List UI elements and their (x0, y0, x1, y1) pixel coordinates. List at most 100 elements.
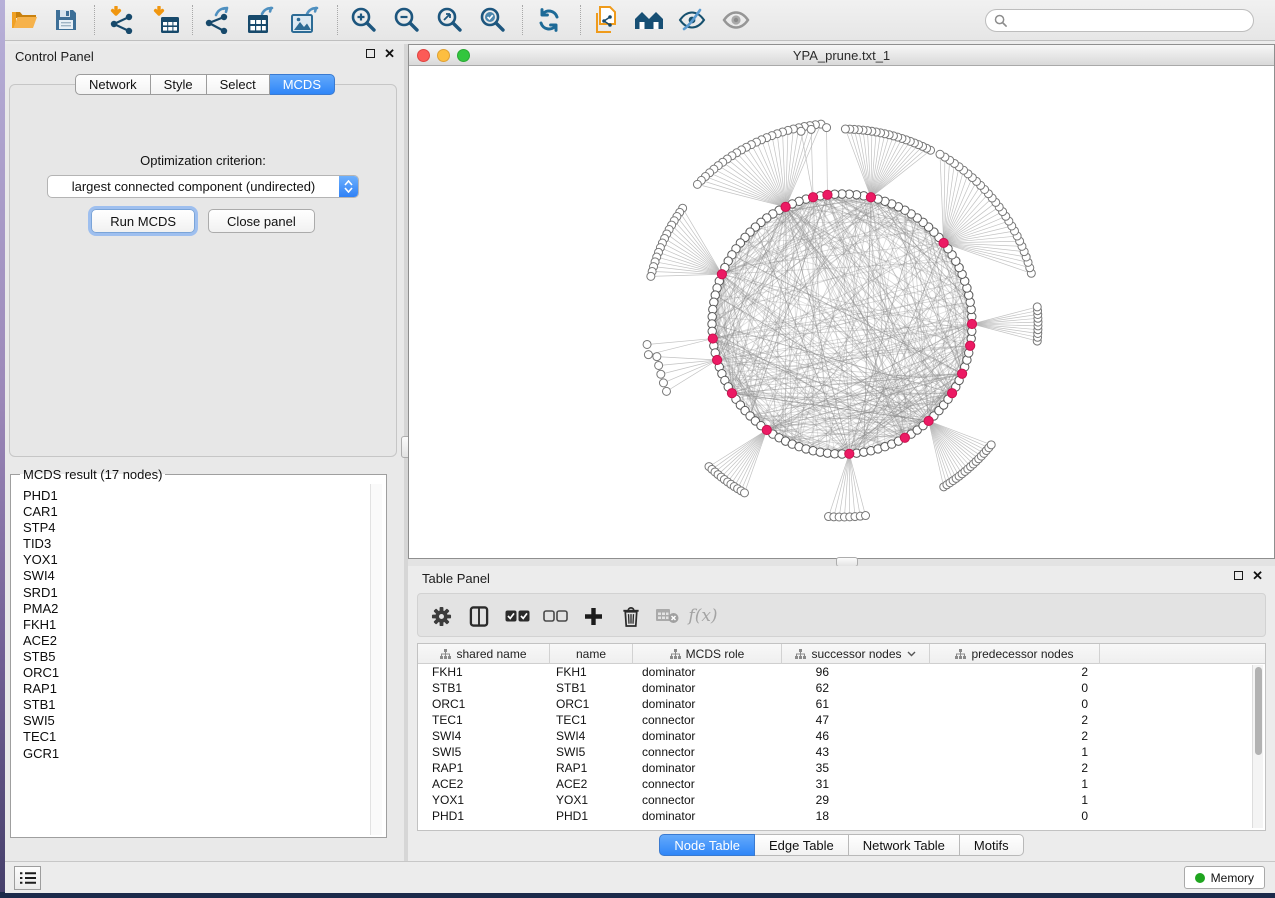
column-header-shared-name[interactable]: shared name (418, 644, 550, 664)
mcds-node-item[interactable]: FKH1 (23, 617, 59, 633)
tab-network[interactable]: Network (75, 74, 151, 95)
search-input[interactable] (1012, 14, 1245, 28)
table-panel-title: Table Panel (422, 571, 490, 586)
table-row[interactable]: SWI5SWI5connector431 (418, 744, 1265, 760)
hide-selected-button[interactable] (674, 3, 710, 37)
column-settings-button[interactable] (428, 604, 454, 628)
tab-motifs[interactable]: Motifs (960, 834, 1024, 856)
mcds-node-item[interactable]: SWI4 (23, 568, 59, 584)
cell-predecessor-nodes: 1 (930, 777, 1100, 791)
mcds-node-item[interactable]: STP4 (23, 520, 59, 536)
zoom-in-button[interactable] (346, 3, 382, 37)
select-all-columns-button[interactable] (504, 604, 530, 628)
export-network-button[interactable] (200, 3, 236, 37)
table-row[interactable]: YOX1YOX1connector291 (418, 792, 1265, 808)
mcds-node-item[interactable]: STB1 (23, 697, 59, 713)
table-row[interactable]: PHD1PHD1dominator180 (418, 808, 1265, 824)
cell-shared-name: PHD1 (418, 809, 550, 823)
table-row[interactable]: FKH1FKH1dominator962 (418, 664, 1265, 680)
table-panel-header: Table Panel ✕ (408, 566, 1275, 590)
add-column-button[interactable] (580, 604, 606, 628)
cell-successor-nodes: 31 (782, 777, 930, 791)
table-scrollbar[interactable] (1252, 665, 1263, 828)
criterion-dropdown[interactable]: largest connected component (undirected) (47, 175, 359, 198)
delete-column-button[interactable] (618, 604, 644, 628)
tab-network-table[interactable]: Network Table (849, 834, 960, 856)
table-row[interactable]: ACE2ACE2connector311 (418, 776, 1265, 792)
export-table-button[interactable] (244, 3, 280, 37)
import-table-button[interactable] (148, 3, 184, 37)
panel-list-button[interactable] (14, 866, 41, 890)
mcds-node-item[interactable]: YOX1 (23, 552, 59, 568)
control-panel-title: Control Panel (15, 49, 94, 64)
table-row[interactable]: SWI4SWI4dominator462 (418, 728, 1265, 744)
network-window: YPA_prune.txt_1 (408, 44, 1275, 559)
tab-select[interactable]: Select (207, 74, 270, 95)
close-panel-icon[interactable]: ✕ (1252, 571, 1263, 580)
tab-node-table[interactable]: Node Table (659, 834, 755, 856)
search-field (985, 9, 1254, 32)
mcds-node-item[interactable]: GCR1 (23, 746, 59, 762)
import-network-button[interactable] (104, 3, 140, 37)
memory-button[interactable]: Memory (1184, 866, 1265, 889)
horizontal-splitter[interactable] (408, 559, 1275, 566)
mcds-node-item[interactable]: PMA2 (23, 601, 59, 617)
tab-edge-table[interactable]: Edge Table (755, 834, 849, 856)
mcds-node-item[interactable]: PHD1 (23, 488, 59, 504)
open-session-button[interactable] (6, 3, 42, 37)
cell-successor-nodes: 29 (782, 793, 930, 807)
table-row[interactable]: STB1STB1dominator620 (418, 680, 1265, 696)
delete-table-button[interactable] (654, 604, 680, 628)
run-mcds-button[interactable]: Run MCDS (91, 209, 195, 233)
cell-shared-name: ACE2 (418, 777, 550, 791)
float-panel-icon[interactable] (366, 49, 375, 58)
network-canvas[interactable] (409, 66, 1274, 558)
column-header-name[interactable]: name (550, 644, 633, 664)
first-neighbors-button[interactable] (631, 3, 667, 37)
zoom-selected-button[interactable] (475, 3, 511, 37)
mcds-node-item[interactable]: SRD1 (23, 585, 59, 601)
cell-MCDS-role: dominator (633, 697, 782, 711)
column-header-successor-nodes[interactable]: successor nodes (782, 644, 930, 664)
save-session-button[interactable] (48, 3, 84, 37)
close-panel-icon[interactable]: ✕ (384, 49, 395, 58)
search-icon (994, 14, 1007, 27)
table-row[interactable]: TEC1TEC1connector472 (418, 712, 1265, 728)
mcds-node-item[interactable]: TEC1 (23, 729, 59, 745)
mcds-node-item[interactable]: STB5 (23, 649, 59, 665)
refresh-button[interactable] (531, 3, 567, 37)
network-window-title: YPA_prune.txt_1 (409, 48, 1274, 63)
mcds-node-item[interactable]: SWI5 (23, 713, 59, 729)
clone-network-button[interactable] (588, 3, 624, 37)
table-scrollbar-thumb[interactable] (1255, 667, 1262, 755)
table-row[interactable]: RAP1RAP1dominator352 (418, 760, 1265, 776)
table-toolbar: f(x) (417, 593, 1266, 637)
float-panel-icon[interactable] (1234, 571, 1243, 580)
cell-MCDS-role: connector (633, 793, 782, 807)
unselect-all-columns-button[interactable] (542, 604, 568, 628)
column-header-predecessor-nodes[interactable]: predecessor nodes (930, 644, 1100, 664)
mcds-node-item[interactable]: ORC1 (23, 665, 59, 681)
mcds-node-item[interactable]: RAP1 (23, 681, 59, 697)
tab-style[interactable]: Style (151, 74, 207, 95)
mcds-node-item[interactable]: ACE2 (23, 633, 59, 649)
close-panel-button[interactable]: Close panel (208, 209, 315, 233)
show-all-button[interactable] (718, 3, 754, 37)
mcds-node-item[interactable]: TID3 (23, 536, 59, 552)
export-image-button[interactable] (288, 3, 324, 37)
network-window-titlebar[interactable]: YPA_prune.txt_1 (409, 45, 1274, 66)
network-graph (409, 66, 1274, 558)
zoom-fit-button[interactable] (432, 3, 468, 37)
show-columns-button[interactable] (466, 604, 492, 628)
tab-mcds[interactable]: MCDS (270, 74, 335, 95)
function-builder-button[interactable]: f(x) (690, 604, 716, 628)
mcds-node-item[interactable]: CAR1 (23, 504, 59, 520)
cell-name: PHD1 (550, 809, 633, 823)
cell-shared-name: RAP1 (418, 761, 550, 775)
cell-successor-nodes: 96 (782, 665, 930, 679)
column-header-MCDS-role[interactable]: MCDS role (633, 644, 782, 664)
refresh-icon (536, 7, 562, 33)
mcds-result-scrollbar[interactable] (370, 484, 382, 835)
zoom-out-button[interactable] (389, 3, 425, 37)
table-row[interactable]: ORC1ORC1dominator610 (418, 696, 1265, 712)
